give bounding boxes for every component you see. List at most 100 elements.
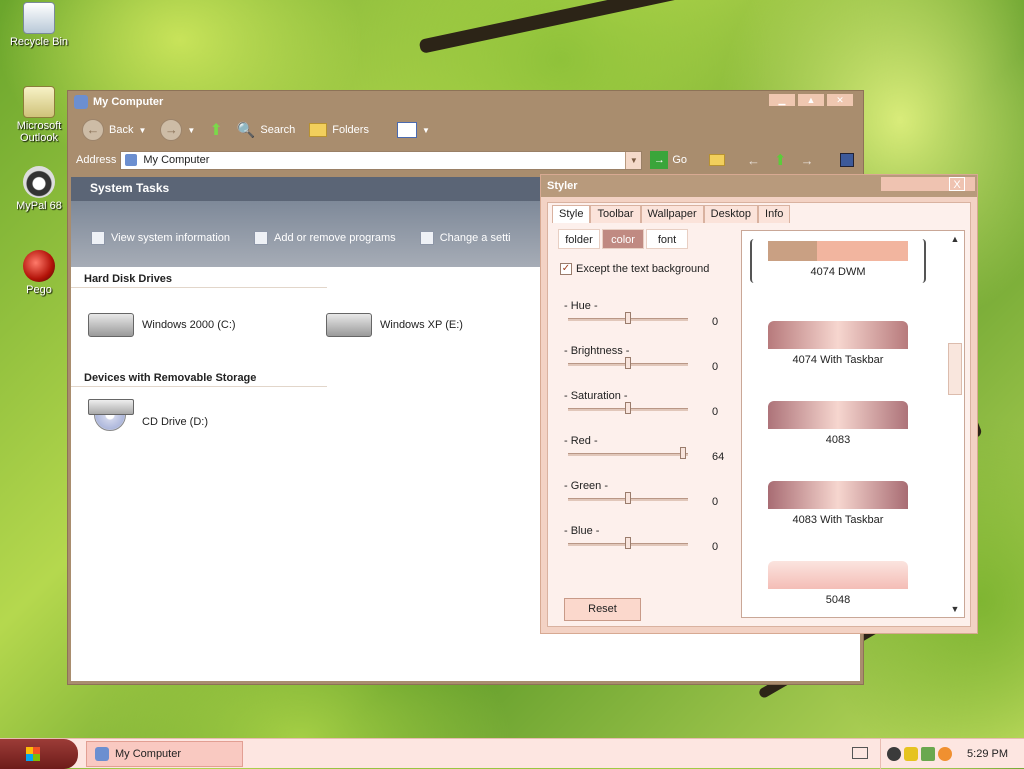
clock[interactable]: 5:29 PM xyxy=(967,748,1008,760)
keyboard-icon[interactable] xyxy=(852,747,868,759)
preset-label: 4083 With Taskbar xyxy=(792,514,884,526)
slider-thumb[interactable] xyxy=(625,312,631,324)
theme-preset[interactable]: 4083 xyxy=(768,401,908,446)
forward-button[interactable]: → ▼ xyxy=(156,117,199,143)
taskbar-button-my-computer[interactable]: My Computer xyxy=(86,741,243,767)
styler-close-button[interactable]: X xyxy=(949,177,965,191)
tab-desktop[interactable]: Desktop xyxy=(703,205,759,223)
address-input[interactable]: My Computer ▼ xyxy=(120,150,643,170)
back-label: Back xyxy=(109,124,134,136)
slider-value: 0 xyxy=(712,541,719,553)
pego-icon xyxy=(23,250,55,282)
update-icon[interactable] xyxy=(921,747,935,761)
address-bar: Address My Computer ▼ → Go ← ⬆ → xyxy=(68,147,863,173)
go-button[interactable]: → Go xyxy=(650,151,687,169)
views-button[interactable]: ▼ xyxy=(393,120,434,140)
drive-label: CD Drive (D:) xyxy=(142,416,208,428)
section-heading-hard-disk: Hard Disk Drives xyxy=(71,273,327,288)
except-text-background-label: Except the text background xyxy=(576,263,710,275)
search-button[interactable]: 🔍 Search xyxy=(233,119,300,141)
arrow-right-icon[interactable]: → xyxy=(801,153,814,168)
theme-preset[interactable]: 4074 With Taskbar xyxy=(768,321,908,366)
desktop-icon-recycle-bin[interactable]: Recycle Bin xyxy=(1,2,77,48)
open-folder-icon[interactable] xyxy=(709,154,726,166)
slider-track[interactable] xyxy=(568,357,688,369)
recycle-bin-icon xyxy=(23,2,55,34)
theme-preset[interactable]: 5048 xyxy=(768,561,908,606)
reset-button[interactable]: Reset xyxy=(564,598,641,621)
slider-track[interactable] xyxy=(568,492,688,504)
raccoon-icon xyxy=(23,166,55,198)
tab-toolbar[interactable]: Toolbar xyxy=(590,205,641,223)
slider-track[interactable] xyxy=(568,402,688,414)
search-label: Search xyxy=(260,124,296,136)
chevron-down-icon[interactable]: ▼ xyxy=(138,126,146,135)
tab-wallpaper[interactable]: Wallpaper xyxy=(640,205,704,223)
hard-disk-icon xyxy=(88,313,134,337)
drive-d[interactable]: CD Drive (D:) xyxy=(88,399,208,445)
tab-style[interactable]: Style xyxy=(552,205,591,223)
preset-swatch xyxy=(768,401,908,429)
network-icon[interactable] xyxy=(887,747,901,761)
scrollbar-thumb[interactable] xyxy=(948,343,962,395)
theme-preset[interactable]: 4074 DWM xyxy=(768,241,908,278)
except-text-background-option[interactable]: ✓ Except the text background xyxy=(560,263,709,275)
arrow-up-icon[interactable]: ⬆ xyxy=(774,151,787,169)
theme-preset[interactable]: 4083 With Taskbar xyxy=(768,481,908,526)
drive-label: Windows XP (E:) xyxy=(380,319,463,331)
explorer-titlebar[interactable]: My Computer xyxy=(68,91,863,113)
subtab-folder[interactable]: folder xyxy=(558,229,600,249)
except-text-background-checkbox[interactable]: ✓ xyxy=(560,263,572,275)
shield-icon[interactable] xyxy=(904,747,918,761)
drive-e[interactable]: Windows XP (E:) xyxy=(326,313,463,337)
folders-button[interactable]: Folders xyxy=(305,121,373,139)
maximize-button[interactable]: ▲ xyxy=(798,94,824,106)
slider-track[interactable] xyxy=(568,447,688,459)
minimize-button[interactable]: ▁ xyxy=(769,94,795,106)
slider-thumb[interactable] xyxy=(625,537,631,549)
hard-disk-icon xyxy=(326,313,372,337)
chevron-down-icon[interactable]: ▼ xyxy=(187,126,195,135)
drive-c[interactable]: Windows 2000 (C:) xyxy=(88,313,236,337)
go-label: Go xyxy=(672,154,688,166)
taskbar-button-label: My Computer xyxy=(115,748,182,760)
outlook-icon xyxy=(23,86,55,118)
styler-title-controls: X xyxy=(881,177,975,191)
task-add-remove-programs[interactable]: Add or remove programs xyxy=(254,231,396,245)
desktop-icon-pego[interactable]: Pego xyxy=(1,250,77,296)
close-button[interactable]: ✕ xyxy=(827,94,853,106)
task-view-system-info[interactable]: View system information xyxy=(91,231,230,245)
slider-thumb[interactable] xyxy=(625,357,631,369)
preset-swatch xyxy=(768,481,908,509)
preset-scrollbar[interactable]: ▲ ▼ xyxy=(946,231,964,617)
forward-arrow-icon: → xyxy=(160,119,183,141)
save-icon[interactable] xyxy=(839,153,854,167)
tab-info[interactable]: Info xyxy=(758,205,791,223)
back-button[interactable]: ← Back ▼ xyxy=(78,117,150,143)
styler-tabs: Style Toolbar Wallpaper Desktop Info xyxy=(552,205,791,223)
slider-track[interactable] xyxy=(568,312,688,324)
task-change-setting[interactable]: Change a setti xyxy=(419,231,511,245)
slider-label: - Green - xyxy=(564,480,609,492)
scroll-up-arrow-icon[interactable]: ▲ xyxy=(946,231,964,247)
subtab-font[interactable]: font xyxy=(646,229,688,249)
system-info-icon xyxy=(91,231,105,245)
desktop-icon-mypal[interactable]: MyPal 68 xyxy=(1,166,77,212)
slider-thumb[interactable] xyxy=(625,492,631,504)
start-button[interactable] xyxy=(0,739,78,769)
address-label: Address xyxy=(76,154,117,166)
magnifier-icon[interactable] xyxy=(938,747,952,761)
subtab-color[interactable]: color xyxy=(602,229,644,249)
scroll-down-arrow-icon[interactable]: ▼ xyxy=(946,601,964,617)
slider-track[interactable] xyxy=(568,537,688,549)
up-button[interactable]: ⬆ xyxy=(205,118,226,142)
arrow-left-icon[interactable]: ← xyxy=(747,153,760,168)
desktop-icon-outlook[interactable]: Microsoft Outlook xyxy=(1,86,77,144)
slider-thumb[interactable] xyxy=(625,402,631,414)
task-label: Add or remove programs xyxy=(274,232,396,244)
address-dropdown-button[interactable]: ▼ xyxy=(625,151,642,169)
programs-icon xyxy=(254,231,269,245)
my-computer-icon xyxy=(74,95,88,109)
slider-thumb[interactable] xyxy=(680,447,687,459)
folder-icon xyxy=(309,123,328,137)
